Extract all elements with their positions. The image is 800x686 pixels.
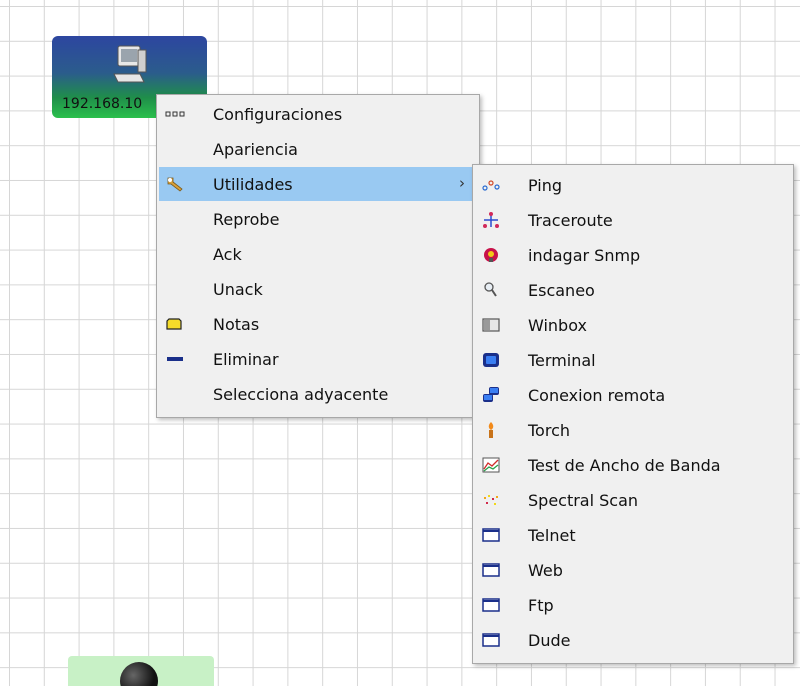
submenu-item-label: Web [528,561,563,580]
submenu-item-ping[interactable]: Ping [475,168,791,202]
wrench-icon [167,177,183,192]
menu-item-ack[interactable]: Ack [159,237,477,271]
device-node-2[interactable] [68,656,214,686]
minus-icon [167,357,183,361]
menu-item-reprobe[interactable]: Reprobe [159,202,477,236]
window-icon [482,598,500,612]
submenu-item-ftp[interactable]: Ftp [475,588,791,622]
submenu-item-label: Test de Ancho de Banda [528,456,721,475]
submenu-item-snmp[interactable]: indagar Snmp [475,238,791,272]
device-ip-label: 192.168.10 [62,96,143,112]
remote-connection-icon [483,387,499,402]
ping-icon [482,180,500,191]
submenu-item-label: Dude [528,631,571,650]
menu-item-label: Ack [213,245,242,264]
menu-item-label: Reprobe [213,210,280,229]
ellipsis-icon [165,111,185,117]
spectral-icon [484,495,498,505]
submenu-item-escaneo[interactable]: Escaneo [475,273,791,307]
snmp-icon [484,248,498,262]
submenu-item-spectral-scan[interactable]: Spectral Scan [475,483,791,517]
submenu-item-label: Ping [528,176,563,195]
submenu-item-label: Telnet [528,526,576,545]
submenu-item-label: Traceroute [528,211,613,230]
note-icon [166,318,182,330]
submenu-item-label: Winbox [528,316,587,335]
torch-icon [488,422,494,438]
menu-item-eliminar[interactable]: Eliminar [159,342,477,376]
submenu-item-label: Torch [528,421,571,440]
submenu-item-dude[interactable]: Dude [475,623,791,657]
submenu-item-label: Conexion remota [528,386,666,405]
window-icon [482,563,500,577]
context-menu: Configuraciones Apariencia Utilidades › … [156,94,480,418]
menu-item-label: Selecciona adyacente [213,385,389,404]
traceroute-icon [483,212,499,228]
submenu-item-conexion-remota[interactable]: Conexion remota [475,378,791,412]
menu-item-selecciona-adyacente[interactable]: Selecciona adyacente [159,377,477,411]
menu-item-label: Apariencia [213,140,298,159]
menu-item-label: Configuraciones [213,105,343,124]
menu-item-label: Utilidades [213,175,293,194]
submenu-item-label: Spectral Scan [528,491,639,510]
window-icon [482,633,500,647]
camera-icon [120,662,158,686]
submenu-item-winbox[interactable]: Winbox [475,308,791,342]
menu-item-unack[interactable]: Unack [159,272,477,306]
submenu-item-web[interactable]: Web [475,553,791,587]
menu-item-notas[interactable]: Notas [159,307,477,341]
menu-item-utilidades[interactable]: Utilidades › [159,167,477,201]
menu-item-label: Notas [213,315,260,334]
chevron-right-icon: › [459,174,465,192]
submenu-item-terminal[interactable]: Terminal [475,343,791,377]
menu-item-configuraciones[interactable]: Configuraciones [159,97,477,131]
menu-item-label: Eliminar [213,350,279,369]
winbox-icon [482,318,500,332]
submenu-item-label: Escaneo [528,281,595,300]
magnifier-icon [484,282,497,297]
submenu-item-ancho-de-banda[interactable]: Test de Ancho de Banda [475,448,791,482]
utilidades-submenu: Ping Traceroute indagar Snmp Escaneo Win… [472,164,794,664]
submenu-item-label: Ftp [528,596,554,615]
submenu-item-traceroute[interactable]: Traceroute [475,203,791,237]
bandwidth-icon [482,457,500,473]
submenu-item-telnet[interactable]: Telnet [475,518,791,552]
submenu-item-torch[interactable]: Torch [475,413,791,447]
computer-icon [113,45,147,83]
menu-item-label: Unack [213,280,263,299]
terminal-icon [483,353,499,367]
window-icon [482,528,500,542]
submenu-item-label: indagar Snmp [528,246,641,265]
menu-item-apariencia[interactable]: Apariencia [159,132,477,166]
submenu-item-label: Terminal [528,351,596,370]
